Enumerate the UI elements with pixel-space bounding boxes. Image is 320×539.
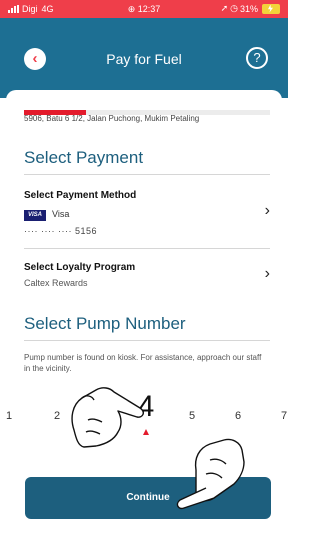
loyalty-program-value: Caltex Rewards xyxy=(24,278,88,288)
clock: 12:37 xyxy=(137,4,161,14)
alarm-clock-icon: ◷ xyxy=(230,3,238,13)
visa-logo-icon: VISA xyxy=(24,210,46,221)
card-number: ···· ···· ···· 5156 xyxy=(24,226,97,236)
help-button[interactable]: ? xyxy=(246,47,268,69)
content-card: 5906, Batu 6 1/2, Jalan Puchong, Mukim P… xyxy=(6,90,287,535)
divider xyxy=(24,340,270,341)
pump-number-option[interactable]: 1 xyxy=(6,410,12,422)
payment-method-row[interactable]: Select Payment Method VISA Visa ···· ···… xyxy=(24,190,270,244)
chevron-right-icon: › xyxy=(264,202,270,219)
pump-help-text: Pump number is found on kiosk. For assis… xyxy=(24,353,262,373)
divider xyxy=(24,248,270,249)
status-bar: Digi 4G ⊕ 12:37 ➚ ◷ 31% xyxy=(0,0,288,18)
battery-percent: 31% xyxy=(239,3,258,14)
status-bar-right: ➚ ◷ 31% xyxy=(221,3,280,14)
selected-pointer-icon xyxy=(143,429,149,435)
pump-number-option[interactable]: 6 xyxy=(235,410,241,422)
pump-number-option[interactable]: 7 xyxy=(281,410,287,422)
loyalty-program-label: Select Loyalty Program xyxy=(24,262,136,273)
loyalty-program-row[interactable]: Select Loyalty Program Caltex Rewards › xyxy=(24,262,270,298)
battery-charging-icon xyxy=(262,3,280,14)
alarm-icon: ⊕ xyxy=(127,4,138,14)
card-brand: Visa xyxy=(52,209,70,219)
station-address: 5906, Batu 6 1/2, Jalan Puchong, Mukim P… xyxy=(24,114,200,123)
page-title: Pay for Fuel xyxy=(106,51,182,67)
payment-method-label: Select Payment Method xyxy=(24,190,137,201)
pump-number-picker[interactable]: 1 2 4 5 6 7 xyxy=(0,390,288,440)
pump-number-option[interactable]: 2 xyxy=(54,410,60,422)
pay-for-fuel-screen: Digi 4G ⊕ 12:37 ➚ ◷ 31% ‹ Pay for Fuel ?… xyxy=(0,0,288,539)
pump-number-option[interactable]: 4 xyxy=(138,390,155,424)
app-header: ‹ Pay for Fuel ? xyxy=(0,18,288,98)
select-pump-title: Select Pump Number xyxy=(24,314,186,333)
pump-number-option[interactable]: 5 xyxy=(189,410,195,422)
chevron-right-icon: › xyxy=(264,265,270,282)
location-icon: ➚ xyxy=(220,3,229,13)
continue-button[interactable]: Continue xyxy=(25,477,271,519)
divider xyxy=(24,174,270,175)
select-payment-title: Select Payment xyxy=(24,148,144,167)
